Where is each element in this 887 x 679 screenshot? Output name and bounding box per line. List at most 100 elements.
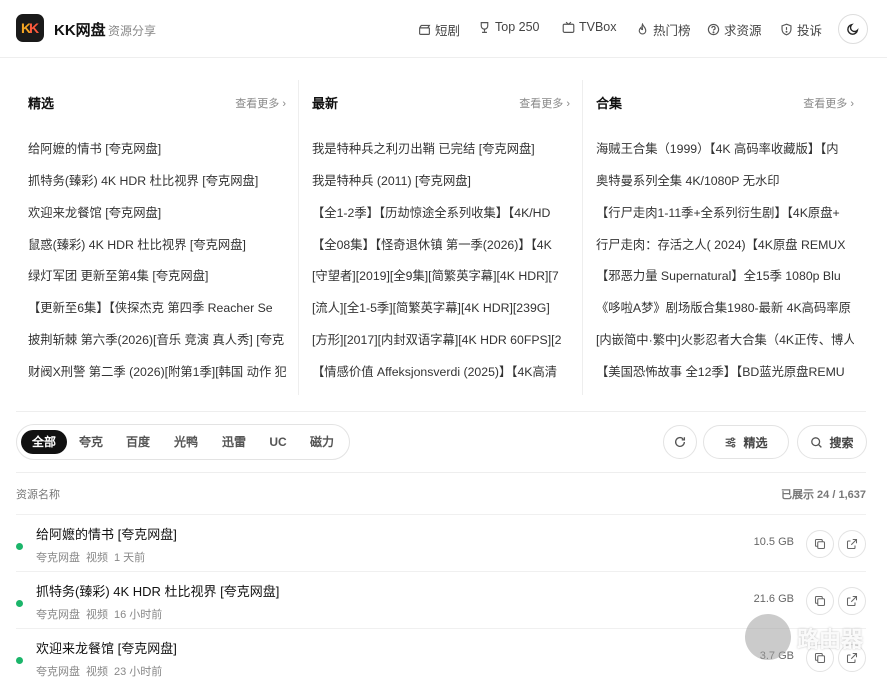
tab-xunlei[interactable]: 迅雷: [214, 430, 254, 454]
resource-title[interactable]: 抓特务(臻彩) 4K HDR 杜比视界 [夸克网盘]: [36, 581, 279, 600]
column-latest: 最新 查看更多 › 我是特种兵之利刃出鞘 已完结 [夸克网盘] 我是特种兵 (2…: [312, 80, 570, 395]
view-more-label: 查看更多: [235, 98, 280, 110]
list-item[interactable]: 【全08集】【怪奇退休镇 第一季(2026)】【4K: [312, 235, 570, 253]
chevron-right-icon: ›: [566, 98, 570, 110]
list-item[interactable]: 【美国恐怖故事 全12季】【BD蓝光原盘REMU: [596, 362, 854, 380]
resource-title[interactable]: 给阿嬷的情书 [夸克网盘]: [36, 524, 177, 543]
status-dot: [16, 657, 23, 664]
nav-label: TVBox: [579, 20, 617, 34]
table-row[interactable]: 给阿嬷的情书 [夸克网盘] 夸克网盘 视频 1 天前 10.5 GB: [16, 514, 866, 571]
refresh-icon: [674, 436, 686, 447]
list-item[interactable]: 我是特种兵 (2011) [夸克网盘]: [312, 171, 570, 189]
open-link-button[interactable]: [838, 587, 866, 615]
tab-all[interactable]: 全部: [21, 430, 67, 454]
list-item[interactable]: 海贼王合集（1999）【4K 高码率收藏版】【内: [596, 139, 854, 157]
nav-complaint[interactable]: 投诉: [780, 20, 822, 39]
clapper-icon: [419, 24, 431, 35]
nav-hot-list[interactable]: 热门榜: [636, 20, 691, 39]
list-item[interactable]: 《哆啦A梦》剧场版合集1980-最新 4K高码率原: [596, 298, 854, 316]
brand-name[interactable]: KK网盘: [54, 19, 106, 40]
brand-subtitle: 资源分享: [108, 24, 157, 38]
list-item[interactable]: 【邪恶力量 Supernatural】全15季 1080p Blu: [596, 266, 854, 284]
list-item[interactable]: [内嵌简中·繁中]火影忍者大合集（4K正传、博人: [596, 330, 854, 348]
resource-type: 视频: [86, 552, 108, 564]
search-icon: [811, 436, 823, 448]
list-item[interactable]: 欢迎来龙餐馆 [夸克网盘]: [28, 203, 286, 221]
moon-icon: [847, 23, 859, 35]
tab-guangya[interactable]: 光鸭: [166, 430, 206, 454]
nav-short-drama[interactable]: 短剧: [418, 20, 460, 39]
column-title: 精选: [28, 96, 55, 111]
logo[interactable]: K K: [16, 14, 44, 42]
list-item[interactable]: 【行尸走肉1-11季+全系列衍生剧】【4K原盘+: [596, 203, 854, 221]
tab-magnet[interactable]: 磁力: [302, 430, 342, 454]
resource-source: 夸克网盘: [36, 666, 80, 678]
nav-tvbox[interactable]: TVBox: [562, 20, 617, 34]
result-count: 已展示 24 / 1,637: [781, 489, 866, 501]
logo-letter-k2: K: [29, 20, 40, 36]
nav-top250[interactable]: Top 250: [478, 20, 539, 34]
resource-source: 夸克网盘: [36, 609, 80, 621]
table-row[interactable]: 欢迎来龙餐馆 [夸克网盘] 夸克网盘视频23 小时前 3.7 GB: [16, 628, 866, 679]
view-more-label: 查看更多: [519, 98, 564, 110]
list-item[interactable]: 【情感价值 Affeksjonsverdi (2025)】【4K高清: [312, 362, 570, 380]
filter-button[interactable]: 精选: [703, 425, 789, 459]
search-button[interactable]: 搜索: [797, 425, 867, 459]
column-divider: [298, 80, 299, 395]
view-more-label: 查看更多: [803, 98, 848, 110]
list-item[interactable]: [流人][全1-5季][简繁英字幕][4K HDR][239G]: [312, 298, 570, 316]
nav-label: Top 250: [495, 20, 540, 34]
list-item[interactable]: [守望者][2019][全9集][简繁英字幕][4K HDR][7: [312, 266, 570, 284]
search-label: 搜索: [829, 435, 854, 450]
tab-baidu[interactable]: 百度: [118, 430, 158, 454]
source-filter-tabs: 全部 夸克 百度 光鸭 迅雷 UC 磁力: [16, 424, 350, 460]
nav-label: 求资源: [724, 24, 762, 38]
resource-title[interactable]: 欢迎来龙餐馆 [夸克网盘]: [36, 638, 177, 657]
refresh-button[interactable]: [663, 425, 697, 459]
list-item[interactable]: 我是特种兵之利刃出鞘 已完结 [夸克网盘]: [312, 139, 570, 157]
view-more-link[interactable]: 查看更多 ›: [235, 95, 286, 111]
list-item[interactable]: [方形][2017][内封双语字幕][4K HDR 60FPS][2: [312, 330, 570, 348]
list-item[interactable]: 财阀X刑警 第二季 (2026)[附第1季][韩国 动作 犯: [28, 362, 286, 380]
column-title: 合集: [596, 96, 623, 111]
nav-request[interactable]: 求资源: [707, 20, 762, 39]
resource-source: 夸克网盘: [36, 552, 80, 564]
list-item[interactable]: 【更新至6集】【侠探杰克 第四季 Reacher Se: [28, 298, 286, 316]
resource-time: 23 小时前: [114, 666, 163, 678]
resource-meta: 夸克网盘 视频 23 小时前: [36, 663, 168, 679]
help-icon: [707, 23, 720, 36]
list-item[interactable]: 给阿嬷的情书 [夸克网盘]: [28, 139, 286, 157]
status-dot: [16, 600, 23, 607]
chevron-right-icon: ›: [282, 98, 286, 110]
column-collections: 合集 查看更多 › 海贼王合集（1999）【4K 高码率收藏版】【内 奥特曼系列…: [596, 80, 854, 395]
theme-toggle-button[interactable]: [838, 14, 868, 44]
list-item[interactable]: 行尸走肉：存活之人( 2024)【4K原盘 REMUX: [596, 235, 854, 253]
column-divider: [582, 80, 583, 395]
chevron-right-icon: ›: [850, 98, 854, 110]
table-header-name: 资源名称: [16, 489, 60, 501]
list-item[interactable]: 鼠惑(臻彩) 4K HDR 杜比视界 [夸克网盘]: [28, 235, 286, 253]
open-link-button[interactable]: [838, 530, 866, 558]
copy-button[interactable]: [806, 530, 834, 558]
table-row[interactable]: 抓特务(臻彩) 4K HDR 杜比视界 [夸克网盘] 夸克网盘 视频 16 小时前 …: [16, 571, 866, 628]
list-item[interactable]: 披荆斩棘 第六季(2026)[音乐 竞演 真人秀] [夸克: [28, 330, 286, 348]
view-more-link[interactable]: 查看更多 ›: [519, 95, 570, 111]
copy-button[interactable]: [806, 587, 834, 615]
list-item[interactable]: 【全1-2季】【历劫惊途全系列收集】【4K/HD: [312, 203, 570, 221]
tab-quark[interactable]: 夸克: [71, 430, 111, 454]
list-item[interactable]: 奥特曼系列全集 4K/1080P 无水印: [596, 171, 854, 189]
resource-type: 视频: [86, 666, 108, 678]
list-item[interactable]: 抓特务(臻彩) 4K HDR 杜比视界 [夸克网盘]: [28, 171, 286, 189]
resource-meta: 夸克网盘 视频 1 天前: [36, 549, 151, 565]
external-link-icon: [846, 538, 858, 550]
list-item[interactable]: 绿灯军团 更新至第4集 [夸克网盘]: [28, 266, 286, 284]
tab-uc[interactable]: UC: [260, 430, 296, 454]
external-link-icon: [846, 595, 858, 607]
resource-type: 视频: [86, 609, 108, 621]
section-divider: [16, 472, 866, 473]
top-header: K K KK网盘 资源分享 短剧 Top 250 TVBox 热门榜 求资源 投…: [0, 0, 887, 58]
view-more-link[interactable]: 查看更多 ›: [803, 95, 854, 111]
sliders-icon: [726, 436, 736, 448]
watermark-text: 路由器: [797, 627, 864, 652]
filter-label: 精选: [743, 435, 768, 450]
